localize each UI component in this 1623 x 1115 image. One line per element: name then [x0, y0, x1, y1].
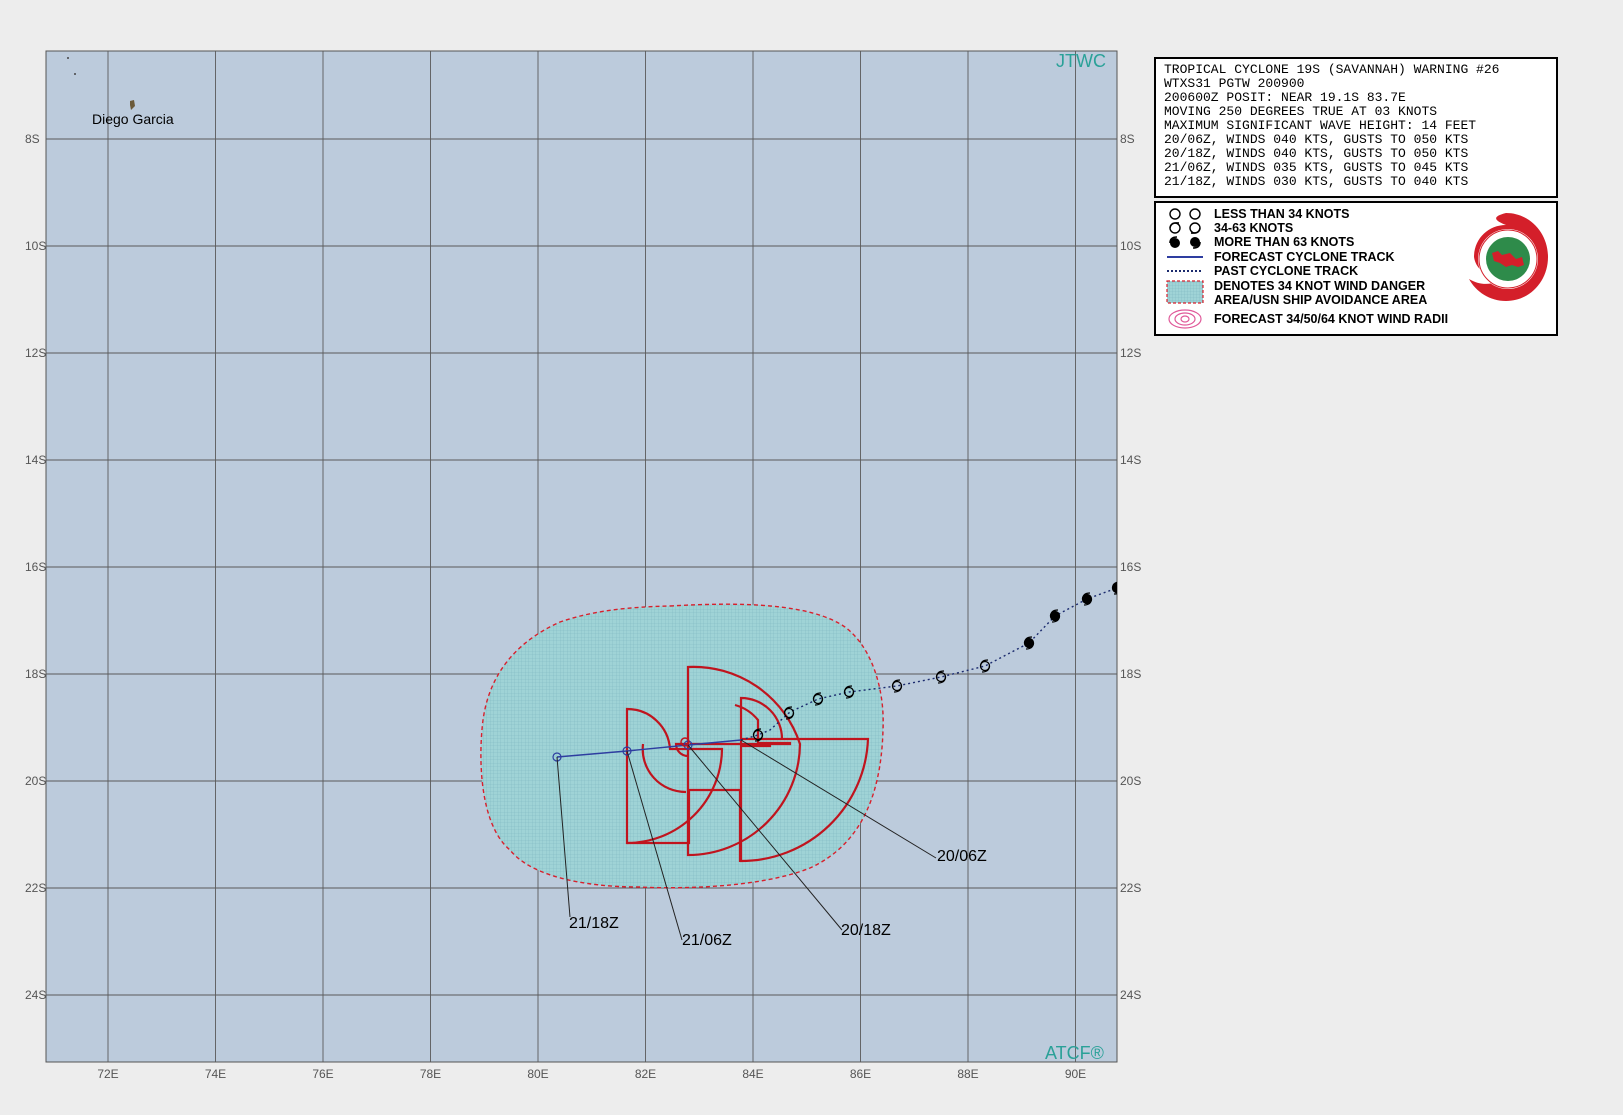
latitude-label: 8S [1120, 132, 1135, 146]
latitude-label: 16S [1120, 560, 1141, 574]
legend-item: FORECAST 34/50/64 KNOT WIND RADII [1156, 309, 1449, 329]
longitude-label: 86E [850, 1067, 871, 1081]
warning-line: WTXS31 PGTW 200900 [1164, 76, 1305, 91]
latitude-label: 10S [25, 239, 46, 253]
warning-line: MAXIMUM SIGNIFICANT WAVE HEIGHT: 14 FEET [1164, 118, 1477, 133]
wind-radii-icon [1156, 309, 1214, 329]
latitude-label: 12S [1120, 346, 1141, 360]
warning-line: TROPICAL CYCLONE 19S (SAVANNAH) WARNING … [1164, 62, 1500, 77]
cyclone-warning-map: Diego Garcia 20/06Z 20/18Z 21/06Z 21/18Z… [0, 0, 1623, 1115]
legend-label: FORECAST CYCLONE TRACK [1214, 250, 1395, 264]
time-label-20-18z: 20/18Z [841, 922, 891, 939]
legend-label: 34-63 KNOTS [1214, 221, 1294, 235]
warning-line: 21/06Z, WINDS 035 KTS, GUSTS TO 045 KTS [1164, 160, 1469, 175]
longitude-label: 78E [420, 1067, 441, 1081]
ocean-area [45, 50, 1118, 1063]
legend-item: DENOTES 34 KNOT WIND DANGER [1156, 279, 1426, 304]
longitude-label: 84E [742, 1067, 763, 1081]
latitude-label: 22S [1120, 881, 1141, 895]
jtwc-label: JTWC [1056, 51, 1106, 71]
danger-area-icon [1156, 279, 1214, 304]
legend-label: FORECAST 34/50/64 KNOT WIND RADII [1214, 312, 1449, 326]
legend-label: PAST CYCLONE TRACK [1214, 264, 1359, 278]
longitude-labels: 72E 74E 76E 78E 80E 82E 84E 86E 88E 90E [97, 1067, 1086, 1081]
longitude-label: 88E [957, 1067, 978, 1081]
time-label-20-06z: 20/06Z [937, 848, 987, 865]
latitude-label: 16S [25, 560, 46, 574]
latitude-label: 22S [25, 881, 46, 895]
atcf-label: ATCF® [1045, 1043, 1104, 1063]
latitude-label: 14S [1120, 453, 1141, 467]
solid-line-icon [1156, 250, 1214, 264]
latitude-label: 20S [25, 774, 46, 788]
latitude-label: 10S [1120, 239, 1141, 253]
warning-line: 200600Z POSIT: NEAR 19.1S 83.7E [1164, 90, 1406, 105]
place-label-diego-garcia: Diego Garcia [92, 111, 174, 127]
legend-box: LESS THAN 34 KNOTS 34-63 KNOTS MORE THAN… [1154, 201, 1558, 336]
warning-line: 20/06Z, WINDS 040 KTS, GUSTS TO 050 KTS [1164, 132, 1469, 147]
legend-label: MORE THAN 63 KNOTS [1214, 235, 1355, 249]
longitude-label: 82E [635, 1067, 656, 1081]
dotted-line-icon [1156, 264, 1214, 278]
legend-item: LESS THAN 34 KNOTS [1156, 207, 1349, 221]
latitude-label: 18S [1120, 667, 1141, 681]
time-label-21-18z: 21/18Z [569, 915, 619, 932]
latitude-label: 24S [1120, 988, 1141, 1002]
longitude-label: 72E [97, 1067, 118, 1081]
legend-item: MORE THAN 63 KNOTS [1156, 235, 1354, 249]
warning-line: MOVING 250 DEGREES TRUE AT 03 KNOTS [1164, 104, 1438, 119]
legend-label: LESS THAN 34 KNOTS [1214, 207, 1350, 221]
legend-item: PAST CYCLONE TRACK [1156, 264, 1358, 278]
latitude-label: 12S [25, 346, 46, 360]
tc-symbol-open-icon [1156, 207, 1214, 221]
longitude-label: 90E [1065, 1067, 1086, 1081]
legend-label: AREA/USN SHIP AVOIDANCE AREA [1214, 293, 1428, 307]
legend-item: FORECAST CYCLONE TRACK [1156, 250, 1395, 264]
tc-symbol-filled-icon [1156, 235, 1214, 249]
warning-text-box: TROPICAL CYCLONE 19S (SAVANNAH) WARNING … [1154, 57, 1558, 198]
legend-item: 34-63 KNOTS [1156, 221, 1293, 235]
warning-line: 21/18Z, WINDS 030 KTS, GUSTS TO 040 KTS [1164, 174, 1469, 189]
longitude-label: 76E [312, 1067, 333, 1081]
latitude-label: 8S [25, 132, 40, 146]
longitude-label: 80E [527, 1067, 548, 1081]
jtwc-seal-icon [1469, 213, 1548, 301]
legend-item: AREA/USN SHIP AVOIDANCE AREA [1156, 293, 1427, 307]
latitude-label: 14S [25, 453, 46, 467]
longitude-label: 74E [205, 1067, 226, 1081]
warning-line: 20/18Z, WINDS 040 KTS, GUSTS TO 050 KTS [1164, 146, 1469, 161]
legend-label: DENOTES 34 KNOT WIND DANGER [1214, 279, 1426, 293]
latitude-label: 20S [1120, 774, 1141, 788]
time-label-21-06z: 21/06Z [682, 932, 732, 949]
latitude-label: 24S [25, 988, 46, 1002]
latitude-label: 18S [25, 667, 46, 681]
tc-symbol-half-icon [1156, 221, 1214, 235]
